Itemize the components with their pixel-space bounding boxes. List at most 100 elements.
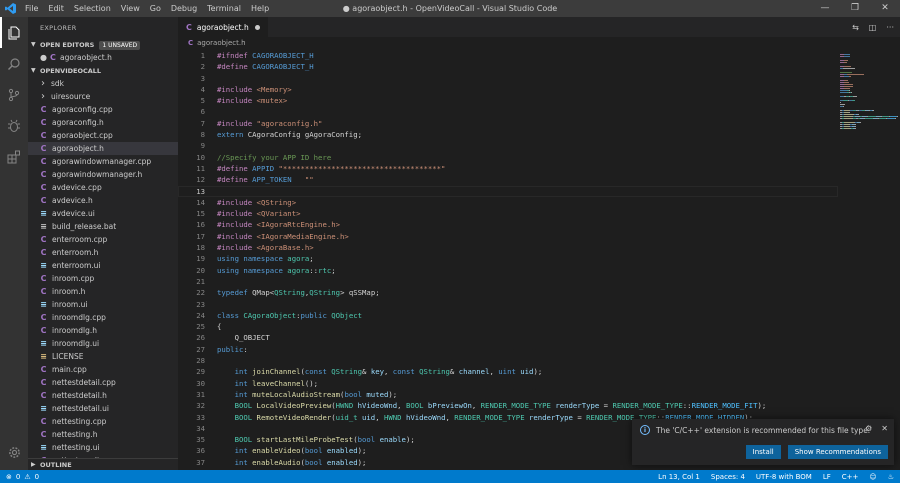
code-line[interactable]: 4 #include <Memory> bbox=[178, 84, 838, 95]
code-line[interactable]: 18 #include <AgoraBase.h> bbox=[178, 242, 838, 253]
menu-file[interactable]: File bbox=[20, 0, 43, 17]
code-line[interactable]: 26 Q_OBJECT bbox=[178, 332, 838, 343]
minimap[interactable] bbox=[838, 50, 900, 470]
more-actions-icon[interactable]: ··· bbox=[886, 23, 894, 32]
file-tree-item[interactable]: Cavdevice.cpp bbox=[28, 181, 178, 194]
split-editor-icon[interactable]: ◫ bbox=[869, 23, 877, 32]
notifications-bell-icon[interactable]: ♨ bbox=[888, 473, 894, 481]
code-line[interactable]: 22 typedef QMap<QString,QString> qSSMap; bbox=[178, 287, 838, 298]
cursor-position[interactable]: Ln 13, Col 1 bbox=[658, 473, 700, 481]
menu-view[interactable]: View bbox=[116, 0, 145, 17]
menu-debug[interactable]: Debug bbox=[166, 0, 202, 17]
code-line[interactable]: 5 #include <mutex> bbox=[178, 95, 838, 106]
install-button[interactable]: Install bbox=[745, 445, 781, 459]
file-tree-item[interactable]: Cinroom.cpp bbox=[28, 272, 178, 285]
file-tree-item[interactable]: Cnettesting.cpp bbox=[28, 415, 178, 428]
file-tree-item[interactable]: Cagoraobject.h bbox=[28, 142, 178, 155]
menu-help[interactable]: Help bbox=[246, 0, 274, 17]
breadcrumb[interactable]: C agoraobject.h bbox=[178, 37, 900, 49]
unsaved-dot-icon[interactable]: ● bbox=[40, 51, 50, 64]
code-line[interactable]: 28 bbox=[178, 355, 838, 366]
file-tree-item[interactable]: ≡ inroomdlg.ui bbox=[28, 337, 178, 350]
file-tree-item[interactable]: Cinroomdlg.cpp bbox=[28, 311, 178, 324]
code-line[interactable]: 15 #include <QVariant> bbox=[178, 208, 838, 219]
file-tree-item[interactable]: Centerroom.h bbox=[28, 246, 178, 259]
file-tree-item[interactable]: Cagoraobject.cpp bbox=[28, 129, 178, 142]
file-tree-item[interactable]: Cagoraconfig.h bbox=[28, 116, 178, 129]
file-tree-item[interactable]: Cavdevice.h bbox=[28, 194, 178, 207]
language-mode[interactable]: C++ bbox=[842, 473, 859, 481]
code-editor[interactable]: 1 #ifndef CAGORAOBJECT_H 2 #define CAGORAOB… bbox=[178, 50, 838, 470]
problems-indicator[interactable]: ⊗ 0 ⚠ 0 bbox=[0, 473, 39, 481]
file-tree-item[interactable]: › sdk bbox=[28, 77, 178, 90]
encoding[interactable]: UTF-8 with BOM bbox=[756, 473, 812, 481]
code-line[interactable]: 27 public: bbox=[178, 344, 838, 355]
tab-agoraobject-h[interactable]: C agoraobject.h bbox=[178, 17, 268, 37]
code-line[interactable]: 23 bbox=[178, 299, 838, 310]
code-line[interactable]: 7 #include "agoraconfig.h" bbox=[178, 118, 838, 129]
file-tree-item[interactable]: Cinroom.h bbox=[28, 285, 178, 298]
code-line[interactable]: 9 bbox=[178, 140, 838, 151]
code-line[interactable]: 14 #include <QString> bbox=[178, 197, 838, 208]
file-tree-item[interactable]: ≡ nettestdetail.ui bbox=[28, 402, 178, 415]
menu-go[interactable]: Go bbox=[145, 0, 166, 17]
code-line[interactable]: 12 #define APP_TOKEN "" bbox=[178, 174, 838, 185]
outline-section[interactable]: ▶ OUTLINE bbox=[28, 458, 178, 470]
project-section[interactable]: ▼ OPENVIDEOCALL bbox=[28, 65, 178, 77]
code-line[interactable]: 1 #ifndef CAGORAOBJECT_H bbox=[178, 50, 838, 61]
code-line[interactable]: 8 extern CAgoraConfig gAgoraConfig; bbox=[178, 129, 838, 140]
file-tree-item[interactable]: Cagorawindowmanager.h bbox=[28, 168, 178, 181]
minimize-icon[interactable]: — bbox=[810, 0, 840, 17]
compare-icon[interactable]: ⇆ bbox=[852, 23, 859, 32]
unsaved-dot-icon[interactable] bbox=[254, 24, 260, 30]
file-tree-item[interactable]: ≡ enterroom.ui bbox=[28, 259, 178, 272]
code-line[interactable]: 20 using namespace agora::rtc; bbox=[178, 265, 838, 276]
code-line[interactable]: 17 #include <IAgoraMediaEngine.h> bbox=[178, 231, 838, 242]
code-line[interactable]: 19 using namespace agora; bbox=[178, 253, 838, 264]
code-line[interactable]: 31 int muteLocalAudioStream(bool muted); bbox=[178, 389, 838, 400]
file-tree-item[interactable]: Cnettestdetail.h bbox=[28, 389, 178, 402]
code-line[interactable]: 16 #include <IAgoraRtcEngine.h> bbox=[178, 219, 838, 230]
file-tree-item[interactable]: Cinroomdlg.h bbox=[28, 324, 178, 337]
file-tree-item[interactable]: Cmain.cpp bbox=[28, 363, 178, 376]
open-editor-item[interactable]: ● C agoraobject.h bbox=[28, 51, 178, 64]
source-control-icon[interactable] bbox=[0, 79, 28, 110]
code-line[interactable]: 2 #define CAGORAOBJECT_H bbox=[178, 61, 838, 72]
file-tree-item[interactable]: ≡ build_release.bat bbox=[28, 220, 178, 233]
code-line[interactable]: 24 class CAgoraObject:public QObject bbox=[178, 310, 838, 321]
explorer-icon[interactable] bbox=[0, 17, 28, 48]
show-recommendations-button[interactable]: Show Recommendations bbox=[787, 445, 888, 459]
search-icon[interactable] bbox=[0, 48, 28, 79]
code-line[interactable]: 6 bbox=[178, 106, 838, 117]
file-tree-item[interactable]: ≡ inroom.ui bbox=[28, 298, 178, 311]
file-tree-item[interactable]: ≡ avdevice.ui bbox=[28, 207, 178, 220]
code-line[interactable]: 3 bbox=[178, 73, 838, 84]
file-tree-item[interactable]: ≡ LICENSE bbox=[28, 350, 178, 363]
maximize-icon[interactable]: ❐ bbox=[840, 0, 870, 17]
menu-selection[interactable]: Selection bbox=[69, 0, 116, 17]
file-tree-item[interactable]: Cnettesting.h bbox=[28, 428, 178, 441]
code-line[interactable]: 32 BOOL LocalVideoPreview(HWND hVideoWnd… bbox=[178, 400, 838, 411]
file-tree-item[interactable]: Cagoraconfig.cpp bbox=[28, 103, 178, 116]
gear-icon[interactable]: ⚙ bbox=[865, 424, 872, 433]
code-line[interactable]: 21 bbox=[178, 276, 838, 287]
code-line[interactable]: 13 bbox=[178, 186, 838, 197]
debug-icon[interactable] bbox=[0, 110, 28, 141]
open-editors-section[interactable]: ▼ OPEN EDITORS 1 UNSAVED bbox=[28, 39, 178, 51]
manage-gear-icon[interactable] bbox=[0, 440, 28, 464]
file-tree-item[interactable]: Cnettestdetail.cpp bbox=[28, 376, 178, 389]
code-line[interactable]: 11 #define APPID "***********************… bbox=[178, 163, 838, 174]
indentation[interactable]: Spaces: 4 bbox=[711, 473, 745, 481]
code-line[interactable]: 25 { bbox=[178, 321, 838, 332]
code-line[interactable]: 10 //Specify your APP ID here bbox=[178, 152, 838, 163]
end-of-line[interactable]: LF bbox=[823, 473, 831, 481]
code-line[interactable]: 29 int joinChannel(const QString& key, c… bbox=[178, 366, 838, 377]
file-tree-item[interactable]: ≡ nettesting.ui bbox=[28, 441, 178, 454]
menu-terminal[interactable]: Terminal bbox=[202, 0, 246, 17]
extensions-icon[interactable] bbox=[0, 141, 28, 172]
feedback-icon[interactable]: ☺ bbox=[869, 473, 876, 481]
file-tree-item[interactable]: › uiresource bbox=[28, 90, 178, 103]
file-tree-item[interactable]: Centerroom.cpp bbox=[28, 233, 178, 246]
file-tree-item[interactable]: Cagorawindowmanager.cpp bbox=[28, 155, 178, 168]
menu-edit[interactable]: Edit bbox=[43, 0, 69, 17]
